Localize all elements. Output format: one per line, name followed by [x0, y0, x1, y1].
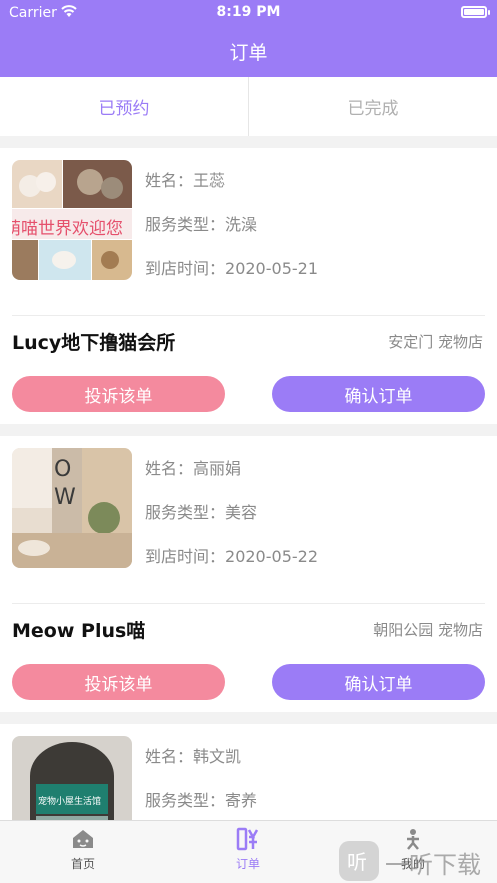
photo-banner-text: 萌喵世界欢迎您 — [12, 219, 123, 239]
order-card: O W 姓名：高丽娟 服务类型：美容 到店时间：2020-05-22 Meow … — [0, 436, 497, 712]
arrival-time: 2020-05-21 — [225, 259, 318, 278]
divider — [12, 603, 485, 604]
shop-photo: 萌喵世界欢迎您 — [12, 160, 132, 280]
cafe-interior-photo: O W — [12, 448, 132, 568]
storefront-photo — [12, 736, 132, 820]
name-label: 姓名： — [145, 747, 194, 766]
nav-header: Carrier 8:19 PM 订单 — [0, 0, 497, 77]
shop-photo: 宠物小屋生活馆 — [12, 736, 132, 820]
time-label: 到店时间： — [145, 547, 226, 566]
tabbar-home[interactable]: 首页 — [43, 827, 123, 872]
service-type: 美容 — [225, 503, 258, 522]
svg-text:W: W — [54, 485, 76, 510]
service-label: 服务类型： — [145, 791, 226, 810]
watermark: 听 一听下载 — [337, 839, 497, 883]
watermark-text: 一听下载 — [385, 851, 481, 879]
arrival-time-row: 到店时间：2020-05-21 — [145, 255, 318, 279]
confirm-order-button[interactable]: 确认订单 — [272, 376, 485, 412]
tabbar-home-label: 首页 — [70, 857, 95, 871]
arrival-time: 2020-05-22 — [225, 547, 318, 566]
watermark-logo-icon: 听 — [339, 841, 379, 881]
name-label: 姓名： — [145, 171, 194, 190]
order-tabs: 已预约 已完成 — [0, 77, 497, 136]
order-card: 宠物小屋生活馆 姓名：韩文凯 服务类型：寄养 — [0, 724, 497, 820]
service-type: 寄养 — [225, 791, 258, 810]
shop-name: Lucy地下撸猫会所 — [12, 332, 176, 354]
shop-location: 朝阳公园 宠物店 — [373, 621, 483, 639]
tab-completed[interactable]: 已完成 — [248, 77, 497, 136]
order-card: 萌喵世界欢迎您 姓名：王蕊 服务类型：洗澡 到店时间：2020-05-21 Lu… — [0, 148, 497, 424]
service-type-row: 服务类型：洗澡 — [145, 211, 257, 235]
customer-name-row: 姓名：韩文凯 — [145, 743, 241, 767]
status-bar: Carrier 8:19 PM — [0, 0, 497, 26]
page-title: 订单 — [229, 42, 268, 64]
time-label: 到店时间： — [145, 259, 226, 278]
svg-text:听: 听 — [347, 850, 367, 874]
complain-button[interactable]: 投诉该单 — [12, 376, 225, 412]
customer-name-row: 姓名：高丽娟 — [145, 455, 241, 479]
shop-name: Meow Plus喵 — [12, 620, 146, 642]
tab-booked[interactable]: 已预约 — [0, 77, 248, 136]
customer-name: 王蕊 — [193, 171, 226, 190]
arrival-time-row: 到店时间：2020-05-22 — [145, 543, 318, 567]
customer-name: 高丽娟 — [193, 459, 242, 478]
divider — [12, 315, 485, 316]
order-icon — [236, 827, 259, 851]
shop-photo: O W — [12, 448, 132, 568]
name-label: 姓名： — [145, 459, 194, 478]
clock: 8:19 PM — [216, 4, 281, 20]
battery-cap — [488, 10, 490, 15]
shop-location: 安定门 宠物店 — [388, 333, 483, 351]
service-label: 服务类型： — [145, 215, 226, 234]
confirm-order-button[interactable]: 确认订单 — [272, 664, 485, 700]
tabbar-orders-label: 订单 — [235, 857, 260, 871]
complain-button[interactable]: 投诉该单 — [12, 664, 225, 700]
service-label: 服务类型： — [145, 503, 226, 522]
svg-text:O: O — [54, 457, 71, 482]
shop-sign-text: 宠物小屋生活馆 — [38, 797, 102, 807]
tabbar-orders[interactable]: 订单 — [208, 827, 288, 872]
service-type-row: 服务类型：寄养 — [145, 787, 257, 811]
service-type: 洗澡 — [225, 215, 258, 234]
service-type-row: 服务类型：美容 — [145, 499, 257, 523]
battery-icon — [461, 6, 487, 18]
customer-name-row: 姓名：王蕊 — [145, 167, 225, 191]
customer-name: 韩文凯 — [193, 747, 242, 766]
home-icon — [73, 830, 93, 848]
